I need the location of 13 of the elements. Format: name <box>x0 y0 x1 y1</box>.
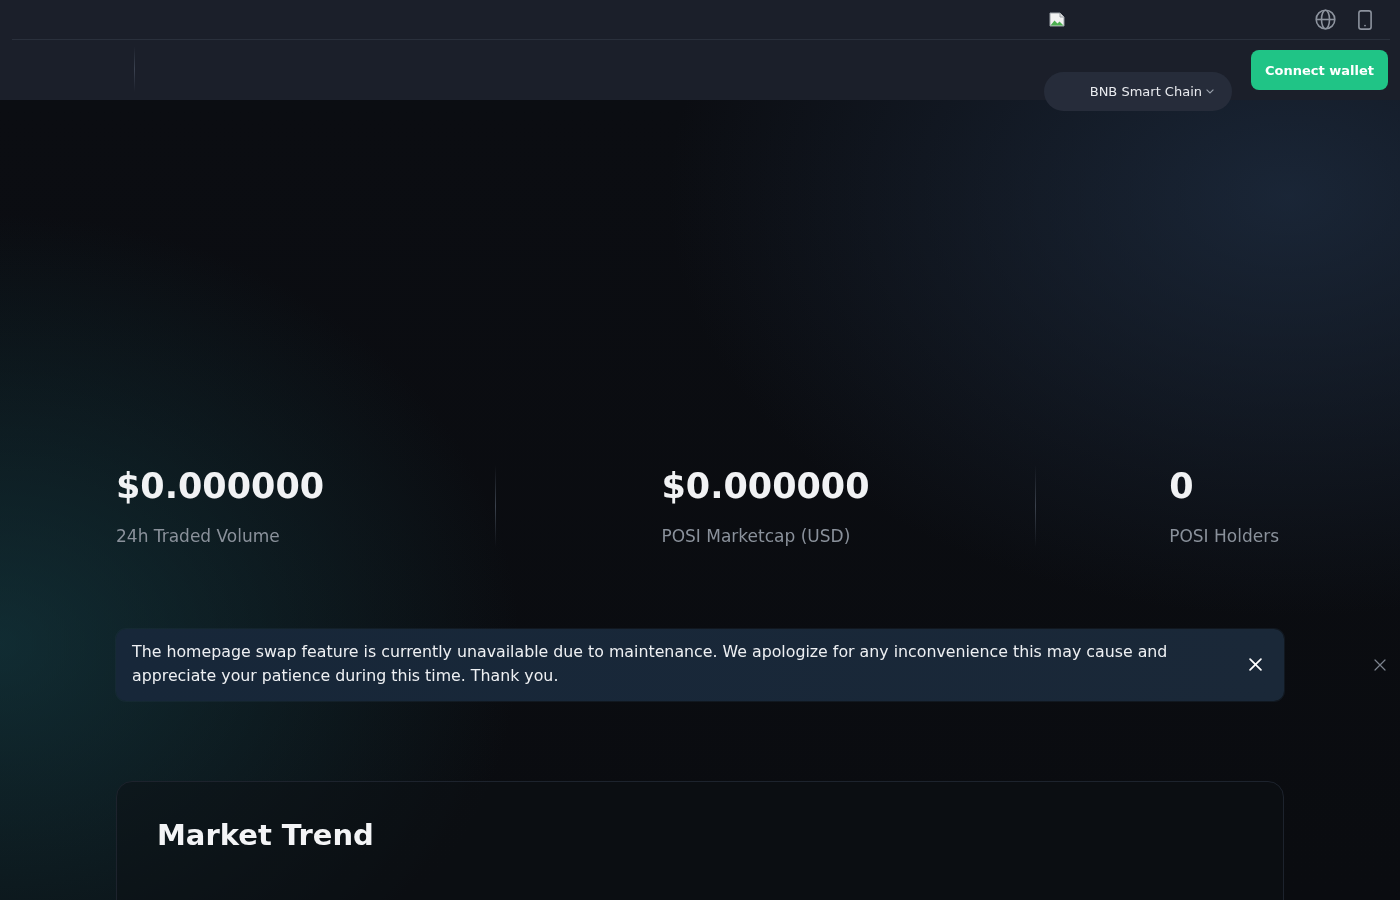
section-title: Market Trend <box>157 817 374 854</box>
broken-image-icon <box>1049 12 1065 27</box>
stat-label: POSI Holders <box>1169 525 1279 547</box>
stat-label: 24h Traded Volume <box>116 525 280 547</box>
stat-value: $0.000000 <box>116 465 325 507</box>
globe-icon[interactable] <box>1315 9 1336 30</box>
network-selector[interactable]: BNB Smart Chain <box>1043 72 1232 111</box>
phone-icon[interactable] <box>1358 9 1372 30</box>
caret-icon <box>1206 89 1214 94</box>
stat-label: POSI Marketcap (USD) <box>661 525 851 547</box>
stat-value: $0.000000 <box>661 465 870 507</box>
notice-message: The homepage swap feature is currently unavailable due to maintenance. We apologize for any inconvenience this may cause and appreciate your patience during this time. Thank you. <box>132 641 1169 687</box>
stat-value: 0 <box>1169 465 1194 507</box>
